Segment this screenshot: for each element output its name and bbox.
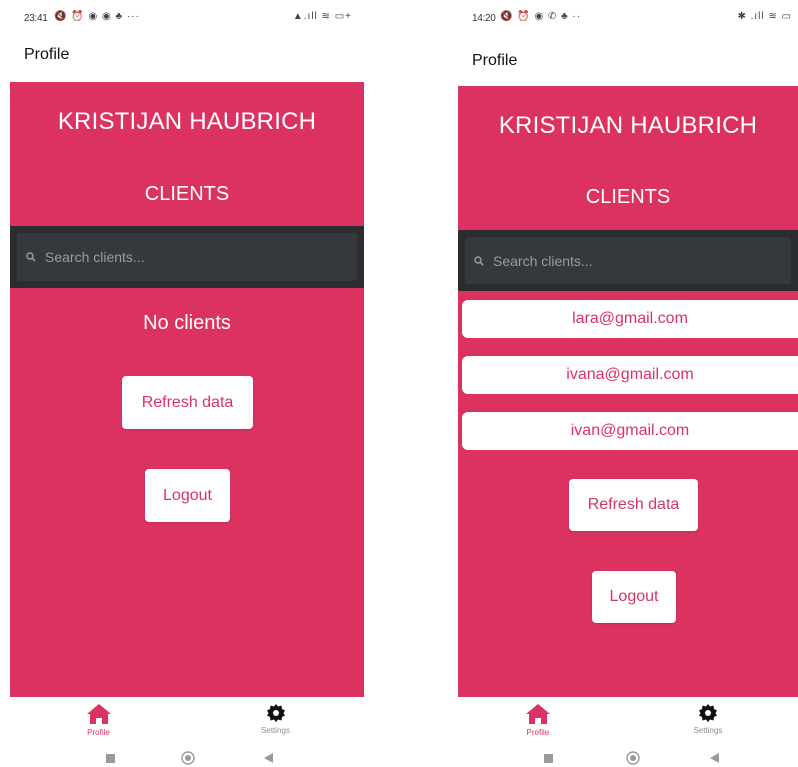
home-button-icon[interactable] [180,750,196,766]
profile-content: KRISTIJAN HAUBRICH CLIENTS lara@gmail.co… [458,86,798,697]
system-status-icons: ▲.ıll ≋ ▭+ [292,11,352,22]
search-input[interactable] [45,233,357,281]
clients-heading: CLIENTS [585,186,671,208]
search-input[interactable] [493,237,791,284]
search-icon [17,252,45,262]
system-status-icons: ✱ .ıll ≋ ▭ [737,11,792,22]
search-icon [465,255,493,266]
client-list-item[interactable]: lara@gmail.com [462,300,798,338]
phone-screen-no-clients: 23:41 🔇 ⏰ ◉ ◉ ♣ ··· ▲.ıll ≋ ▭+ Profile K… [10,0,364,767]
notification-icons: 🔇 ⏰ ◉ ✆ ♣ ·· [500,11,582,22]
tab-profile[interactable]: Profile [10,697,187,747]
status-time: 14:20 [472,13,496,24]
header-title: Profile [472,52,518,69]
logout-button[interactable]: Logout [145,469,230,522]
home-icon [525,704,550,724]
search-bar [458,230,798,291]
profile-content: KRISTIJAN HAUBRICH CLIENTS No clients Re… [10,82,364,697]
system-nav-bar [458,746,798,767]
phone-screen-with-clients: 14:20 🔇 ⏰ ◉ ✆ ♣ ·· ✱ .ıll ≋ ▭ Profile KR… [458,0,798,767]
tab-settings[interactable]: Settings [187,697,364,747]
status-bar: 23:41 🔇 ⏰ ◉ ◉ ♣ ··· ▲.ıll ≋ ▭+ [10,0,364,36]
back-icon[interactable] [260,750,276,766]
client-list-item[interactable]: ivana@gmail.com [462,356,798,394]
search-bar [10,226,364,288]
status-time: 23:41 [24,13,48,24]
empty-state-text: No clients [143,312,231,334]
search-box[interactable] [17,233,357,281]
header-title: Profile [24,46,70,63]
refresh-data-button[interactable]: Refresh data [569,479,698,531]
search-box[interactable] [465,237,791,284]
gear-icon [266,704,285,722]
tab-label-settings: Settings [261,726,290,735]
tab-label-profile: Profile [526,728,550,737]
clients-heading: CLIENTS [144,183,230,205]
status-bar: 14:20 🔇 ⏰ ◉ ✆ ♣ ·· ✱ .ıll ≋ ▭ [458,0,798,36]
bottom-tab-bar: Profile Settings [458,697,798,747]
logout-button[interactable]: Logout [592,571,676,623]
refresh-data-button[interactable]: Refresh data [122,376,253,429]
tab-label-settings: Settings [693,726,723,735]
bottom-tab-bar: Profile Settings [10,697,364,747]
tab-profile[interactable]: Profile [458,697,618,747]
tab-label-profile: Profile [87,728,110,737]
client-list-item[interactable]: ivan@gmail.com [462,412,798,450]
home-icon [86,704,111,724]
user-name: KRISTIJAN HAUBRICH [498,112,758,139]
recent-apps-icon[interactable] [102,750,118,766]
recent-apps-icon[interactable] [540,750,556,766]
user-name: KRISTIJAN HAUBRICH [57,108,317,135]
home-button-icon[interactable] [625,750,641,766]
tab-settings[interactable]: Settings [618,697,798,747]
system-nav-bar [10,746,364,767]
notification-icons: 🔇 ⏰ ◉ ◉ ♣ ··· [54,11,140,22]
back-icon[interactable] [706,750,722,766]
gear-icon [698,704,717,722]
